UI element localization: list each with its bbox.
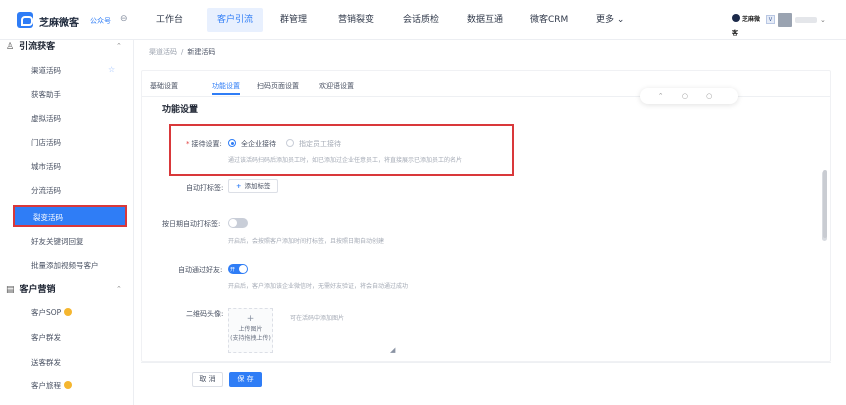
highlight-annotation-box — [169, 124, 514, 176]
radio-all-enterprise[interactable] — [228, 139, 236, 147]
radio-specific-staff-label[interactable]: 指定员工接待 — [299, 139, 341, 149]
nav-more-dropdown[interactable]: 更多 ⌄ — [586, 8, 634, 32]
sidebar-group-label: 引流获客 — [19, 42, 56, 52]
sidebar-item-city-code[interactable]: 城市活码 — [31, 161, 61, 173]
top-navigation-bar: 芝麻微客 公众号 ⊖ 工作台 客户引流 群管理 营销裂变 会话质检 数据互通 微… — [0, 0, 846, 40]
qr-avatar-hint: 可在活码中添加图片 — [290, 315, 345, 322]
sidebar-item-split-code[interactable]: 分流活码 — [31, 185, 61, 197]
nav-marketing-fission[interactable]: 营销裂变 — [328, 8, 384, 32]
nav-group-management[interactable]: 群管理 — [270, 8, 317, 32]
resize-handle-icon[interactable]: ◢ — [390, 346, 395, 354]
tab-basic-settings[interactable]: 基础设置 — [150, 79, 178, 95]
hot-badge-icon — [64, 381, 72, 389]
plus-icon: + — [236, 182, 242, 190]
plus-icon: + — [246, 314, 255, 324]
sidebar-item-virtual-code[interactable]: 虚拟活码 — [31, 113, 61, 125]
required-mark: * — [186, 140, 190, 148]
collapse-icon[interactable]: ⊖ — [120, 14, 128, 24]
app-root: 芝麻微客 公众号 ⊖ 工作台 客户引流 群管理 营销裂变 会话质检 数据互通 微… — [0, 0, 846, 405]
auto-accept-hint: 开启后，客户添加该企业微信时，无需好友验证，将会自动通过成功 — [228, 283, 409, 290]
nav-workbench[interactable]: 工作台 — [146, 8, 193, 32]
radio-specific-staff[interactable] — [286, 139, 294, 147]
org-logo: 芝麻微客 — [732, 13, 764, 37]
chevron-up-icon[interactable]: ⌃ — [116, 42, 122, 50]
section-title: 功能设置 — [162, 105, 199, 115]
person-plus-icon: ♙ — [6, 42, 15, 52]
reception-label-text: 接待设置: — [191, 140, 222, 148]
breadcrumb-current: 新建活码 — [187, 48, 216, 56]
reception-label: * 接待设置: — [186, 139, 222, 149]
qr-avatar-label: 二维码头像: — [186, 310, 224, 318]
tab-welcome-settings[interactable]: 欢迎语设置 — [319, 79, 354, 95]
sidebar-item-channel-code[interactable]: 渠道活码 — [31, 65, 61, 77]
upload-subtext: (支持拖拽上传) — [230, 335, 271, 342]
date-auto-tag-switch[interactable] — [228, 218, 248, 228]
add-tag-button-label: 添加标签 — [244, 182, 271, 190]
nav-crm[interactable]: 微客CRM — [520, 8, 578, 32]
sidebar-group-label: 客户营销 — [19, 285, 56, 295]
hot-badge-icon — [64, 308, 73, 316]
chevron-down-icon[interactable]: ⌄ — [820, 13, 826, 27]
sidebar-item-customer-journey[interactable]: 客户旅程 — [31, 380, 72, 392]
sidebar-item-group-broadcast[interactable]: 送客群发 — [31, 357, 61, 369]
date-auto-tag-label: 按日期自动打标签: — [162, 220, 221, 228]
sidebar-item-fission-code[interactable]: 裂变活码 — [13, 205, 127, 227]
chevron-up-icon[interactable]: ⌃ — [116, 285, 122, 293]
sidebar: ♙ 引流获客 ⌃ 渠道活码 ☆ 获客助手 虚拟活码 门店活码 城市活码 分流活码 … — [0, 40, 134, 405]
radio-all-enterprise-label[interactable]: 全企业接待 — [241, 139, 276, 149]
sidebar-item-customer-sop[interactable]: 客户SOP — [31, 307, 73, 319]
floating-toolbar[interactable]: ⌃ ○ ○ — [640, 88, 738, 104]
user-name — [795, 17, 817, 23]
auto-accept-switch[interactable]: 开 — [228, 264, 248, 274]
page-scrollbar[interactable] — [823, 170, 827, 238]
version-link[interactable]: 公众号 — [90, 16, 111, 26]
breadcrumb-separator: / — [181, 48, 184, 56]
switch-on-text: 开 — [230, 267, 236, 273]
breadcrumb: 渠道活码 / 新建活码 — [149, 47, 215, 57]
add-tag-button[interactable]: + 添加标签 — [228, 179, 279, 193]
nav-customer-acquisition[interactable]: 客户引流 — [207, 8, 264, 32]
sidebar-item-label: 客户SOP — [31, 308, 62, 317]
brand-name: 芝麻微客 — [39, 18, 79, 29]
auto-accept-label: 自动通过好友: — [178, 266, 223, 274]
avatar[interactable] — [778, 13, 792, 27]
upload-text: 上传图片 — [238, 326, 263, 333]
nav-data-sync[interactable]: 数据互通 — [457, 8, 513, 32]
user-menu[interactable]: 芝麻微客 V ⌄ — [732, 13, 828, 37]
vip-badge: V — [766, 15, 775, 24]
logo-icon — [17, 12, 33, 28]
sidebar-item-keyword-reply[interactable]: 好友关键词回复 — [31, 236, 84, 248]
sidebar-group-acquisition[interactable]: ♙ 引流获客 — [6, 40, 55, 54]
sidebar-item-customer-broadcast[interactable]: 客户群发 — [31, 332, 61, 344]
save-button[interactable]: 保 存 — [229, 372, 262, 387]
breadcrumb-parent[interactable]: 渠道活码 — [149, 48, 177, 56]
document-icon: ▤ — [6, 285, 15, 295]
auto-tag-label: 自动打标签: — [186, 184, 224, 192]
sidebar-item-store-code[interactable]: 门店活码 — [31, 137, 61, 149]
sidebar-group-marketing[interactable]: ▤ 客户营销 — [6, 283, 56, 297]
reception-hint: 通过该活码扫码后添加员工时，如已添加过企业任意员工，将直接展示已添加员工的名片 — [228, 157, 463, 164]
image-upload-area[interactable]: + 上传图片 (支持拖拽上传) — [228, 308, 273, 353]
star-icon[interactable]: ☆ — [108, 65, 115, 74]
form-footer: 取 消 保 存 — [141, 362, 831, 396]
sidebar-item-batch-add-video[interactable]: 批量添加视频号客户 — [31, 260, 99, 272]
sidebar-item-acquisition-assistant[interactable]: 获客助手 — [31, 89, 61, 101]
sidebar-item-label: 客户旅程 — [31, 381, 61, 390]
cancel-button[interactable]: 取 消 — [192, 372, 223, 387]
main-panel: 基础设置 功能设置 扫码页面设置 欢迎语设置 ⌃ ○ ○ 功能设置 * 接待设置:… — [141, 70, 831, 362]
tab-function-settings[interactable]: 功能设置 — [212, 79, 240, 95]
nav-session-inspection[interactable]: 会话质检 — [393, 8, 449, 32]
date-auto-tag-hint: 开启后，会按照客户添加时间打标签，且按照日期自动创建 — [228, 238, 385, 245]
tab-scan-page-settings[interactable]: 扫码页面设置 — [257, 79, 299, 95]
